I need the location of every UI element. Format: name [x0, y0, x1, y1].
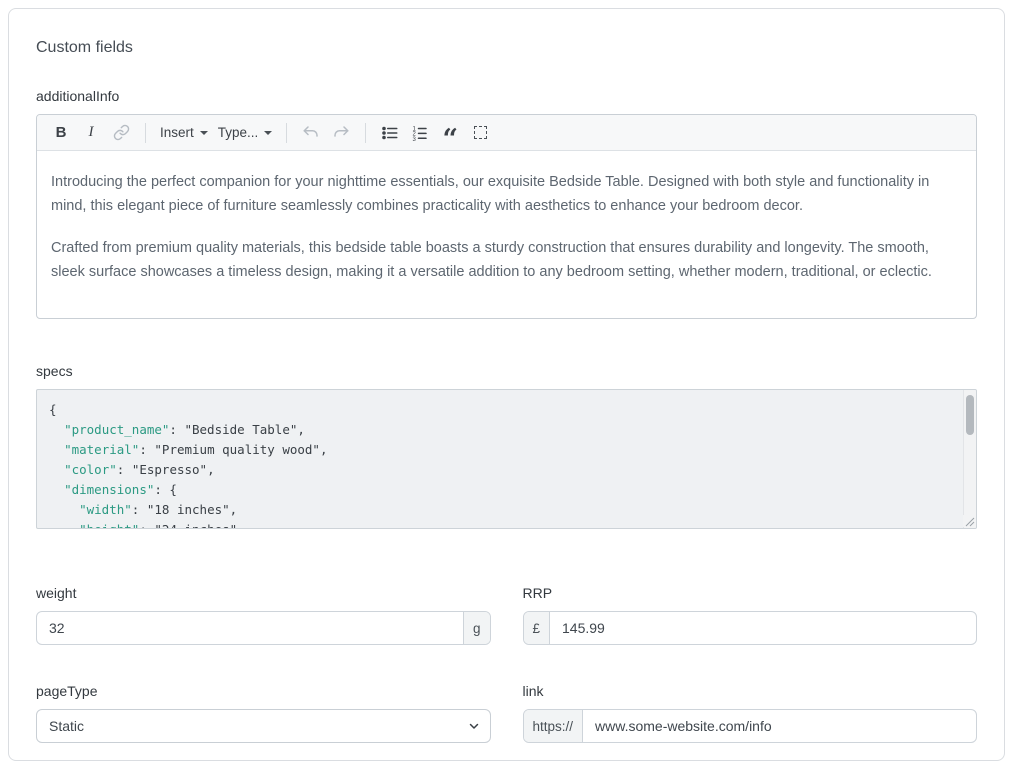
bullet-list-icon [381, 124, 399, 142]
link-button[interactable] [107, 119, 135, 147]
link-input[interactable] [583, 710, 976, 742]
type-dropdown[interactable]: Type... [214, 119, 277, 147]
scrollbar-thumb[interactable] [966, 395, 974, 435]
resize-handle[interactable] [963, 515, 975, 527]
nonbreaking-space-button[interactable] [466, 119, 494, 147]
currency-addon: £ [524, 612, 551, 644]
insert-dropdown-label: Insert [160, 125, 194, 140]
chevron-down-icon [200, 131, 208, 135]
weight-rrp-row: weight g RRP £ [36, 585, 977, 645]
bold-button[interactable]: B [47, 119, 75, 147]
rrp-field: RRP £ [523, 585, 978, 645]
page-type-select-wrap: Static [36, 709, 491, 743]
code-line: "color": "Espresso", [49, 460, 976, 480]
undo-button[interactable] [297, 119, 325, 147]
code-line: "height": "24 inches", [49, 520, 976, 529]
specs-code-lines: { "product_name": "Bedside Table", "mate… [49, 400, 976, 529]
weight-input[interactable] [37, 612, 463, 644]
insert-dropdown[interactable]: Insert [156, 119, 212, 147]
specs-field: specs { "product_name": "Bedside Table",… [36, 363, 977, 529]
link-icon [113, 124, 130, 141]
specs-label: specs [36, 363, 977, 379]
weight-input-group: g [36, 611, 491, 645]
weight-field: weight g [36, 585, 491, 645]
additional-info-label: additionalInfo [36, 88, 977, 104]
pagetype-link-row: pageType Static link https:// [36, 683, 977, 743]
page-type-label: pageType [36, 683, 491, 699]
rrp-label: RRP [523, 585, 978, 601]
custom-fields-panel: Custom fields additionalInfo B I Inse [8, 8, 1005, 761]
code-line: "dimensions": { [49, 480, 976, 500]
rrp-input[interactable] [550, 612, 976, 644]
code-line: "material": "Premium quality wood", [49, 440, 976, 460]
code-line: "width": "18 inches", [49, 500, 976, 520]
link-field: link https:// [523, 683, 978, 743]
editor-toolbar: B I Insert Type... [37, 115, 976, 151]
bullet-list-button[interactable] [376, 119, 404, 147]
editor-content[interactable]: Introducing the perfect companion for yo… [37, 151, 976, 318]
additional-info-field: additionalInfo B I Insert [36, 88, 977, 319]
toolbar-divider [365, 123, 366, 143]
undo-icon [302, 124, 320, 142]
specs-code-editor[interactable]: { "product_name": "Bedside Table", "mate… [36, 389, 977, 529]
page-type-select[interactable]: Static [36, 709, 491, 743]
blockquote-button[interactable]: “ [436, 119, 464, 147]
blockquote-icon: “ [443, 135, 459, 145]
vertical-scrollbar[interactable] [963, 390, 976, 528]
protocol-addon: https:// [524, 710, 584, 742]
editor-paragraph: Introducing the perfect companion for yo… [51, 170, 962, 218]
type-dropdown-label: Type... [218, 125, 259, 140]
chevron-down-icon [264, 131, 272, 135]
redo-button[interactable] [327, 119, 355, 147]
rrp-input-group: £ [523, 611, 978, 645]
rich-text-editor: B I Insert Type... [36, 114, 977, 319]
panel-title: Custom fields [36, 39, 977, 57]
italic-button[interactable]: I [77, 119, 105, 147]
numbered-list-button[interactable]: 1 2 3 [406, 119, 434, 147]
svg-text:3: 3 [413, 136, 417, 141]
code-line: { [49, 400, 976, 420]
redo-icon [332, 124, 350, 142]
code-line: "product_name": "Bedside Table", [49, 420, 976, 440]
link-input-group: https:// [523, 709, 978, 743]
toolbar-divider [145, 123, 146, 143]
weight-label: weight [36, 585, 491, 601]
page-type-field: pageType Static [36, 683, 491, 743]
toolbar-divider [286, 123, 287, 143]
link-label: link [523, 683, 978, 699]
numbered-list-icon: 1 2 3 [411, 124, 429, 142]
dashed-box-icon [474, 126, 487, 139]
editor-paragraph: Crafted from premium quality materials, … [51, 236, 962, 284]
weight-unit-addon: g [463, 612, 490, 644]
